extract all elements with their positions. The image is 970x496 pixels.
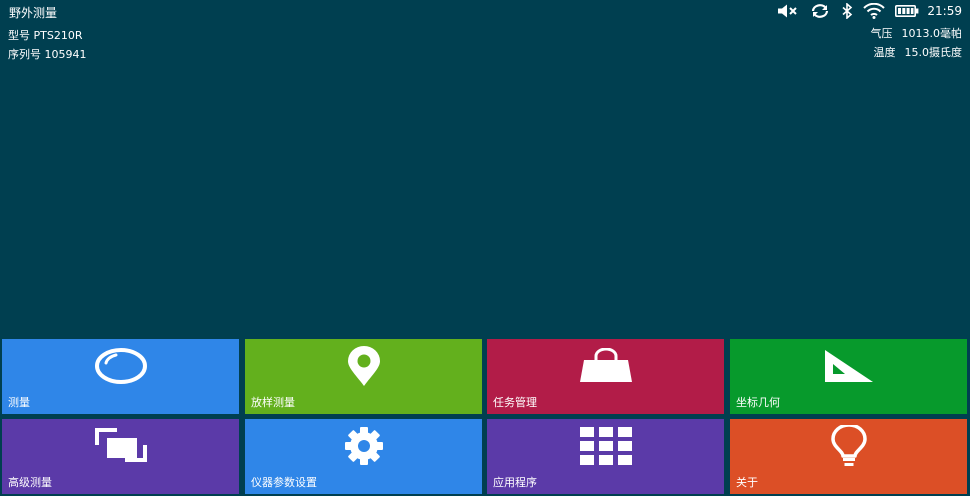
task-management-tile[interactable]: 任务管理	[487, 339, 724, 414]
about-tile[interactable]: 关于	[730, 419, 967, 494]
model-label: 型号	[8, 29, 30, 42]
stakeout-label: 放样测量	[251, 396, 295, 409]
sync-icon	[809, 3, 831, 19]
environment-info: 气压 1013.0毫帕 温度 15.0摄氏度	[871, 24, 963, 62]
mute-icon	[777, 4, 799, 18]
shopping-bag-icon	[578, 347, 634, 388]
instrument-settings-tile[interactable]: 仪器参数设置	[245, 419, 482, 494]
grid-icon	[579, 426, 632, 469]
coordinate-geometry-tile[interactable]: 坐标几何	[730, 339, 967, 414]
device-info: 型号 PTS210R 序列号 105941	[8, 26, 87, 64]
advanced-measure-tile[interactable]: 高级测量	[2, 419, 239, 494]
serial-row: 序列号 105941	[8, 45, 87, 64]
advanced-measure-label: 高级测量	[8, 476, 52, 489]
applications-tile[interactable]: 应用程序	[487, 419, 724, 494]
serial-value: 105941	[44, 48, 87, 61]
status-icons: 21:59	[767, 2, 962, 20]
task-management-label: 任务管理	[493, 396, 537, 409]
pressure-label: 气压	[870, 27, 893, 40]
copy-icon	[93, 427, 149, 469]
bluetooth-icon	[841, 3, 853, 19]
temperature-row: 温度 15.0摄氏度	[871, 43, 963, 62]
measure-tile[interactable]: 测量	[2, 339, 239, 414]
main-menu-tiles: 测量 放样测量 任务管理 坐标几何 高级测量 仪器参数设置 应用程序 关于	[2, 339, 968, 495]
coordinate-geometry-label: 坐标几何	[736, 396, 780, 409]
gear-icon	[338, 426, 390, 470]
clock: 21:59	[927, 4, 962, 18]
model-row: 型号 PTS210R	[8, 26, 87, 45]
status-bar: 野外测量 21:59	[0, 0, 970, 22]
app-title: 野外测量	[9, 6, 58, 20]
instrument-settings-label: 仪器参数设置	[251, 476, 317, 489]
pressure-value: 1013.0毫帕	[901, 27, 963, 40]
about-label: 关于	[736, 476, 758, 489]
serial-label: 序列号	[8, 48, 41, 61]
pressure-row: 气压 1013.0毫帕	[871, 24, 963, 43]
lightbulb-icon	[829, 422, 869, 471]
circle-icon	[94, 346, 148, 390]
battery-icon	[895, 4, 919, 18]
wifi-icon	[863, 3, 886, 19]
set-square-icon	[823, 348, 875, 388]
location-pin-icon	[346, 344, 382, 392]
measure-label: 测量	[8, 396, 30, 409]
applications-label: 应用程序	[493, 476, 537, 489]
model-value: PTS210R	[33, 29, 83, 42]
temperature-value: 15.0摄氏度	[904, 46, 963, 59]
stakeout-tile[interactable]: 放样测量	[245, 339, 482, 414]
temperature-label: 温度	[873, 46, 896, 59]
